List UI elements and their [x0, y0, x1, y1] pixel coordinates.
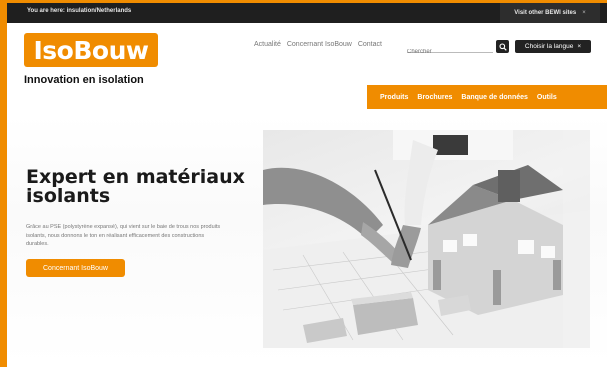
hero-title: Expert en matériaux isolants	[26, 166, 245, 207]
nav-item-news[interactable]: Actualité	[254, 41, 281, 48]
hero-text: Grâce au PSE (polystyrène expansé), qui …	[26, 224, 221, 247]
subnav-item-brochures[interactable]: Brochures	[417, 94, 452, 101]
about-button-label: Concernant IsoBouw	[43, 264, 108, 272]
main-nav: Actualité Concernant IsoBouw Contact	[254, 41, 382, 48]
search-icon	[498, 42, 507, 51]
breadcrumb: You are here: insulation/Netherlands	[27, 8, 132, 14]
search-button[interactable]	[496, 40, 509, 53]
nav-item-contact[interactable]: Contact	[358, 41, 382, 48]
about-button[interactable]: Concernant IsoBouw	[26, 259, 125, 277]
other-sites-button[interactable]: Visit other BEWI sites ×	[500, 3, 600, 23]
secondary-nav: Produits Brochures Banque de données Out…	[367, 85, 607, 109]
other-sites-label: Visit other BEWI sites	[514, 10, 577, 16]
search-field	[407, 40, 493, 58]
logo-text: IsoBouw	[33, 35, 149, 65]
hero-photo	[263, 130, 590, 348]
architect-model-illustration	[263, 130, 590, 348]
page-frame-left	[0, 0, 7, 367]
subnav-item-tools[interactable]: Outils	[537, 94, 557, 101]
utility-bar: You are here: insulation/Netherlands Vis…	[7, 3, 607, 23]
language-label: Choisir la langue	[524, 43, 574, 50]
subnav-item-database[interactable]: Banque de données	[461, 94, 528, 101]
close-icon[interactable]: ×	[577, 43, 581, 50]
subnav-item-products[interactable]: Produits	[380, 94, 408, 101]
nav-item-about[interactable]: Concernant IsoBouw	[287, 41, 352, 48]
close-icon[interactable]: ×	[582, 10, 586, 16]
tagline: Innovation en isolation	[24, 74, 144, 86]
search-input[interactable]	[407, 46, 493, 58]
language-selector[interactable]: Choisir la langue ×	[515, 40, 591, 53]
logo[interactable]: IsoBouw	[24, 33, 158, 67]
